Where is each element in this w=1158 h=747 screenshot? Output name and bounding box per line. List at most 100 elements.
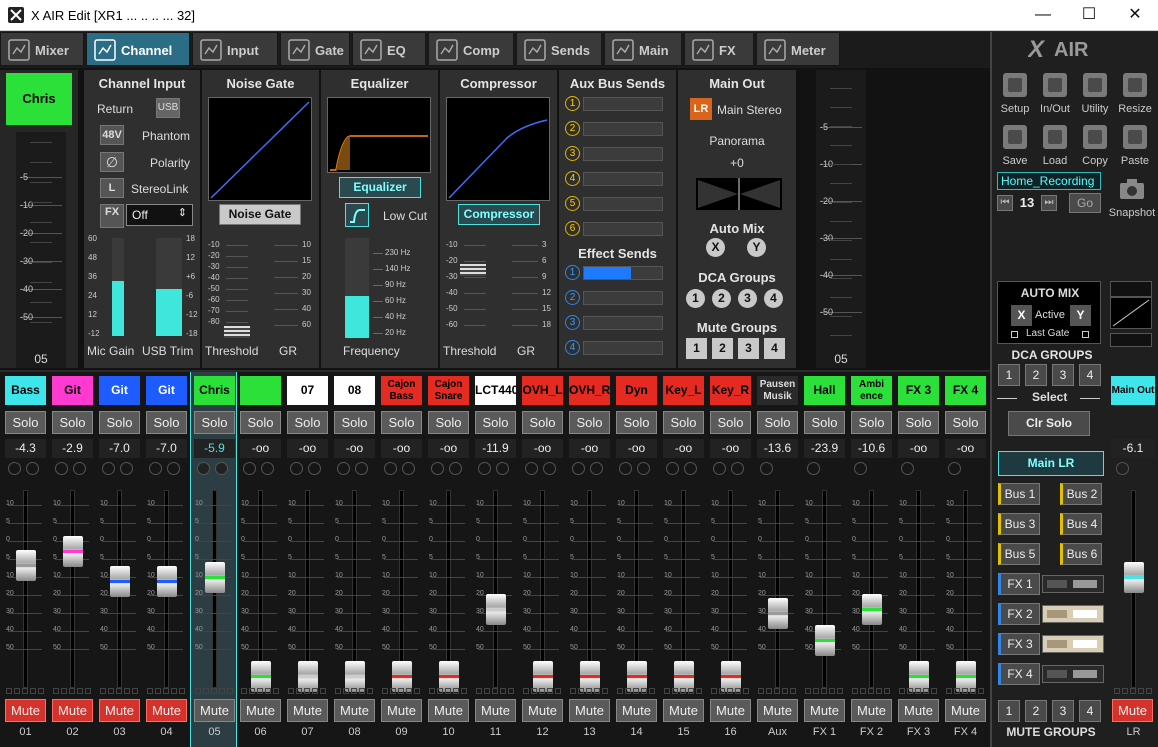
- gate-threshold-handle[interactable]: [224, 326, 250, 338]
- fx-insert-button[interactable]: FX: [100, 204, 124, 228]
- mute-button[interactable]: Mute: [804, 699, 845, 722]
- aux-send-level[interactable]: [583, 122, 663, 136]
- fx-4-rack-thumbnail[interactable]: [1042, 665, 1104, 683]
- fader-knob[interactable]: [16, 550, 36, 582]
- bus-2-button[interactable]: Bus 2: [1060, 483, 1102, 505]
- close-button[interactable]: ✕: [1112, 0, 1158, 31]
- strip-name[interactable]: LCT440: [475, 376, 516, 405]
- fader-knob[interactable]: [768, 597, 788, 629]
- dca-group-2[interactable]: 2: [712, 289, 731, 308]
- fx-1-rack-thumbnail[interactable]: [1042, 575, 1104, 593]
- strip-name[interactable]: [240, 376, 281, 405]
- load-button[interactable]: Load: [1037, 120, 1073, 170]
- strip-name[interactable]: Key_L: [663, 376, 704, 405]
- mute-button[interactable]: Mute: [146, 699, 187, 722]
- strip-name[interactable]: Key_R: [710, 376, 751, 405]
- strip-name[interactable]: Cajon Snare: [428, 376, 469, 405]
- strip-name[interactable]: Dyn: [616, 376, 657, 405]
- solo-button[interactable]: Solo: [194, 411, 235, 434]
- eq-scale-label[interactable]: 20 Hz: [385, 328, 406, 337]
- copy-button[interactable]: Copy: [1077, 120, 1113, 170]
- strip-name[interactable]: Ambi ence: [851, 376, 892, 405]
- tab-main[interactable]: Main: [604, 32, 682, 66]
- usb-trim-meter[interactable]: [156, 238, 182, 336]
- automix-x-button[interactable]: X: [706, 238, 725, 257]
- right-mute-group-2[interactable]: 2: [1025, 700, 1047, 722]
- fader-knob[interactable]: [486, 593, 506, 625]
- clear-solo-button[interactable]: Clr Solo: [1008, 411, 1090, 436]
- mute-button[interactable]: Mute: [522, 699, 563, 722]
- solo-button[interactable]: Solo: [710, 411, 751, 434]
- usb-button[interactable]: USB: [156, 98, 180, 118]
- solo-button[interactable]: Solo: [522, 411, 563, 434]
- eq-scale-label[interactable]: 230 Hz: [385, 248, 410, 257]
- solo-button[interactable]: Solo: [240, 411, 281, 434]
- mute-button[interactable]: Mute: [381, 699, 422, 722]
- solo-button[interactable]: Solo: [663, 411, 704, 434]
- mute-button[interactable]: Mute: [5, 699, 46, 722]
- tab-fx[interactable]: FX: [684, 32, 754, 66]
- mute-button[interactable]: Mute: [52, 699, 93, 722]
- solo-button[interactable]: Solo: [334, 411, 375, 434]
- mute-button[interactable]: Mute: [898, 699, 939, 722]
- dca-group-1[interactable]: 1: [686, 289, 705, 308]
- fx-2-button[interactable]: FX 2: [998, 603, 1040, 625]
- tab-channel[interactable]: Channel: [86, 32, 190, 66]
- mute-group-4[interactable]: 4: [764, 338, 785, 359]
- aux-send-1[interactable]: 1: [565, 96, 665, 112]
- mute-button[interactable]: Mute: [428, 699, 469, 722]
- right-dca-2[interactable]: 2: [1025, 364, 1047, 386]
- effect-send-2[interactable]: 2: [565, 290, 665, 306]
- strip-name[interactable]: Pausen Musik: [757, 376, 798, 405]
- main-lr-button[interactable]: Main LR: [998, 451, 1104, 476]
- bus-4-button[interactable]: Bus 4: [1060, 513, 1102, 535]
- mute-button[interactable]: Mute: [194, 699, 235, 722]
- eq-graph[interactable]: [327, 97, 431, 173]
- solo-button[interactable]: Solo: [616, 411, 657, 434]
- go-button[interactable]: Go: [1069, 193, 1101, 213]
- stereo-select[interactable]: Off ⇕: [126, 204, 193, 226]
- strip-name[interactable]: Hall: [804, 376, 845, 405]
- in-out-button[interactable]: In/Out: [1037, 68, 1073, 118]
- aux-send-5[interactable]: 5: [565, 196, 665, 212]
- aux-send-level[interactable]: [583, 222, 663, 236]
- compressor-button[interactable]: Compressor: [458, 204, 540, 225]
- panorama-control[interactable]: [696, 178, 782, 210]
- aux-send-level[interactable]: [583, 172, 663, 186]
- solo-button[interactable]: Solo: [52, 411, 93, 434]
- prev-scene-icon[interactable]: ⏮: [997, 195, 1013, 211]
- main-out-name[interactable]: Main Out: [1111, 376, 1155, 405]
- solo-button[interactable]: Solo: [99, 411, 140, 434]
- mute-group-2[interactable]: 2: [712, 338, 733, 359]
- mute-group-1[interactable]: 1: [686, 338, 707, 359]
- strip-name[interactable]: Cajon Bass: [381, 376, 422, 405]
- effect-send-3[interactable]: 3: [565, 315, 665, 331]
- mute-button[interactable]: Mute: [334, 699, 375, 722]
- aux-send-3[interactable]: 3: [565, 146, 665, 162]
- strip-name[interactable]: Git Solo: [99, 376, 140, 405]
- fx-3-rack-thumbnail[interactable]: [1042, 635, 1104, 653]
- effect-send-1[interactable]: 1: [565, 265, 665, 281]
- bus-6-button[interactable]: Bus 6: [1060, 543, 1102, 565]
- aux-send-level[interactable]: [583, 197, 663, 211]
- right-dca-4[interactable]: 4: [1079, 364, 1101, 386]
- mute-button[interactable]: Mute: [710, 699, 751, 722]
- strip-name[interactable]: 07: [287, 376, 328, 405]
- strip-name[interactable]: FX 3: [898, 376, 939, 405]
- strip-name[interactable]: Bass: [5, 376, 46, 405]
- eq-scale-label[interactable]: 90 Hz: [385, 280, 406, 289]
- strip-name[interactable]: 08: [334, 376, 375, 405]
- polarity-button[interactable]: ∅: [100, 152, 124, 172]
- stereolink-button[interactable]: L: [100, 178, 124, 198]
- right-mute-group-4[interactable]: 4: [1079, 700, 1101, 722]
- channel-name[interactable]: Chris: [6, 73, 72, 125]
- eq-scale-label[interactable]: 60 Hz: [385, 296, 406, 305]
- mute-button[interactable]: Mute: [475, 699, 516, 722]
- scene-name[interactable]: Home_Recording: [997, 172, 1101, 190]
- comp-graph[interactable]: [446, 97, 550, 201]
- fx-4-button[interactable]: FX 4: [998, 663, 1040, 685]
- effect-send-level[interactable]: [583, 291, 663, 305]
- gate-graph[interactable]: [208, 97, 312, 201]
- fader-knob[interactable]: [205, 562, 225, 594]
- last-gate-checkbox-left[interactable]: [1011, 331, 1018, 338]
